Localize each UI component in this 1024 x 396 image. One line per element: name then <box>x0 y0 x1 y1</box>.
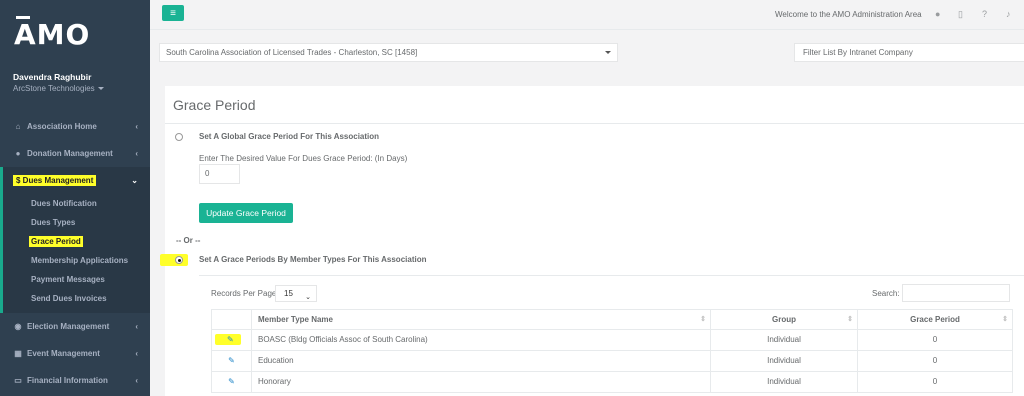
calendar-icon: ▦ <box>14 348 22 358</box>
election-icon: ◉ <box>14 321 22 331</box>
sidebar-item-donation-management[interactable]: ● Donation Management ‹ <box>0 140 150 166</box>
user-icon[interactable]: ● <box>935 9 940 19</box>
chevron-down-icon: ⌄ <box>131 175 138 185</box>
sidebar-item-event-management[interactable]: ▦ Event Management ‹ <box>0 340 150 366</box>
search-input[interactable] <box>902 284 1010 302</box>
table-row: ✎ Honorary Individual 0 <box>211 372 1013 393</box>
sidebar-item-financial-information[interactable]: ▭ Financial Information ‹ <box>0 367 150 393</box>
sidebar-item-election-management[interactable]: ◉ Election Management ‹ <box>0 313 150 339</box>
welcome-text: Welcome to the AMO Administration Area <box>775 10 922 19</box>
sidebar-sub-payment-messages[interactable]: Payment Messages <box>31 275 105 284</box>
records-per-page-select[interactable]: 15 ⌄ <box>275 285 317 302</box>
chevron-left-icon: ‹ <box>135 148 138 158</box>
sidebar-item-association-home[interactable]: ⌂ Association Home ‹ <box>0 113 150 139</box>
home-icon: ⌂ <box>15 121 21 131</box>
days-prompt: Enter The Desired Value For Dues Grace P… <box>199 154 408 163</box>
sidebar: AMO Davendra Raghubir ArcStone Technolog… <box>0 0 150 396</box>
table-cell-group: Individual <box>710 372 857 393</box>
chevron-left-icon: ‹ <box>135 375 138 385</box>
global-grace-radio[interactable] <box>175 133 183 141</box>
page-title: Grace Period <box>173 97 256 113</box>
table-cell-member-type: BOASC (Bldg Officials Assoc of South Car… <box>251 330 710 351</box>
document-icon[interactable]: ▯ <box>958 9 963 20</box>
caret-down-icon <box>97 87 104 91</box>
sidebar-item-label: $ Dues Management <box>13 174 97 186</box>
grace-days-input[interactable]: 0 <box>199 164 240 184</box>
amo-logo: AMO <box>14 18 91 51</box>
table-header-grace-period[interactable]: Grace Period ⇕ <box>857 310 1013 331</box>
sidebar-item-label: Event Management <box>27 348 100 358</box>
sidebar-item-label: Financial Information <box>27 375 108 385</box>
table-cell-member-type: Education <box>251 351 710 372</box>
sidebar-item-label: Donation Management <box>27 148 113 158</box>
info-icon: ● <box>15 148 21 158</box>
sidebar-item-label: Association Home <box>27 121 97 131</box>
sort-icon: ⇕ <box>700 316 706 323</box>
table-header-group[interactable]: Group ⇕ <box>710 310 857 331</box>
divider <box>199 275 1024 276</box>
panel-header: Grace Period <box>165 86 1024 124</box>
member-type-grace-radio[interactable] <box>175 256 183 264</box>
header-label: Member Type Name <box>258 315 333 324</box>
association-select[interactable]: South Carolina Association of Licensed T… <box>159 43 618 62</box>
help-icon[interactable]: ? <box>982 9 987 19</box>
chevron-left-icon: ‹ <box>135 348 138 358</box>
caret-down-icon <box>605 51 611 54</box>
table-cell-member-type: Honorary <box>251 372 710 393</box>
table-cell-edit: ✎ <box>211 351 251 372</box>
dollar-icon: $ <box>16 175 23 185</box>
sidebar-item-dues-management[interactable]: $ Dues Management ⌄ <box>0 167 150 193</box>
company-filter-input[interactable]: Filter List By Intranet Company <box>794 43 1024 62</box>
edit-icon[interactable]: ✎ <box>228 351 235 371</box>
member-type-grace-label: Set A Grace Periods By Member Types For … <box>199 255 427 264</box>
table-header-member-type[interactable]: Member Type Name ⇕ <box>251 310 710 331</box>
sidebar-sub-send-dues-invoices[interactable]: Send Dues Invoices <box>31 294 107 303</box>
sidebar-item-label: Election Management <box>27 321 110 331</box>
sidebar-sub-dues-notification[interactable]: Dues Notification <box>31 199 97 208</box>
table-cell-grace-period: 0 <box>857 351 1013 372</box>
records-per-page-value: 15 <box>284 289 293 298</box>
edit-icon[interactable]: ✎ <box>228 372 235 392</box>
table-cell-group: Individual <box>710 351 857 372</box>
table-cell-edit: ✎ <box>211 372 251 393</box>
user-company-label: ArcStone Technologies <box>13 84 95 93</box>
dues-management-label: Dues Management <box>22 175 94 185</box>
table-header-edit <box>211 310 251 331</box>
user-name: Davendra Raghubir <box>13 72 92 82</box>
table-row: ✎ Education Individual 0 <box>211 351 1013 372</box>
update-grace-period-button[interactable]: Update Grace Period <box>199 203 293 223</box>
table-cell-grace-period: 0 <box>857 330 1013 351</box>
sort-icon: ⇕ <box>847 316 853 323</box>
chevron-down-icon: ⌄ <box>305 294 311 301</box>
association-select-value: South Carolina Association of Licensed T… <box>166 48 418 57</box>
header-label: Grace Period <box>910 315 960 324</box>
user-company-dropdown[interactable]: ArcStone Technologies <box>13 84 104 93</box>
chevron-left-icon: ‹ <box>135 121 138 131</box>
records-per-page-label: Records Per Page <box>211 289 277 298</box>
or-separator: -- Or -- <box>176 236 201 245</box>
table-cell-group: Individual <box>710 330 857 351</box>
sidebar-sub-membership-applications[interactable]: Membership Applications <box>31 256 128 265</box>
chevron-left-icon: ‹ <box>135 321 138 331</box>
header-label: Group <box>772 315 796 324</box>
top-bar: ≡ Welcome to the AMO Administration Area… <box>150 0 1024 30</box>
table-row: BOASC (Bldg Officials Assoc of South Car… <box>211 330 1013 351</box>
radio-highlight <box>160 254 188 266</box>
sidebar-sub-grace-period[interactable]: Grace Period <box>29 236 83 247</box>
bell-icon[interactable]: ♪ <box>1006 9 1011 19</box>
sidebar-sub-dues-types[interactable]: Dues Types <box>31 218 75 227</box>
menu-toggle-button[interactable]: ≡ <box>162 5 184 21</box>
edit-icon[interactable]: ✎ <box>227 335 234 344</box>
search-label: Search: <box>872 289 900 298</box>
table-header-row: Member Type Name ⇕ Group ⇕ Grace Period ⇕ <box>211 309 1013 331</box>
money-icon: ▭ <box>14 375 22 385</box>
table-cell-grace-period: 0 <box>857 372 1013 393</box>
sort-icon: ⇕ <box>1002 316 1008 323</box>
hamburger-icon: ≡ <box>170 7 176 19</box>
global-grace-label: Set A Global Grace Period For This Assoc… <box>199 132 380 141</box>
